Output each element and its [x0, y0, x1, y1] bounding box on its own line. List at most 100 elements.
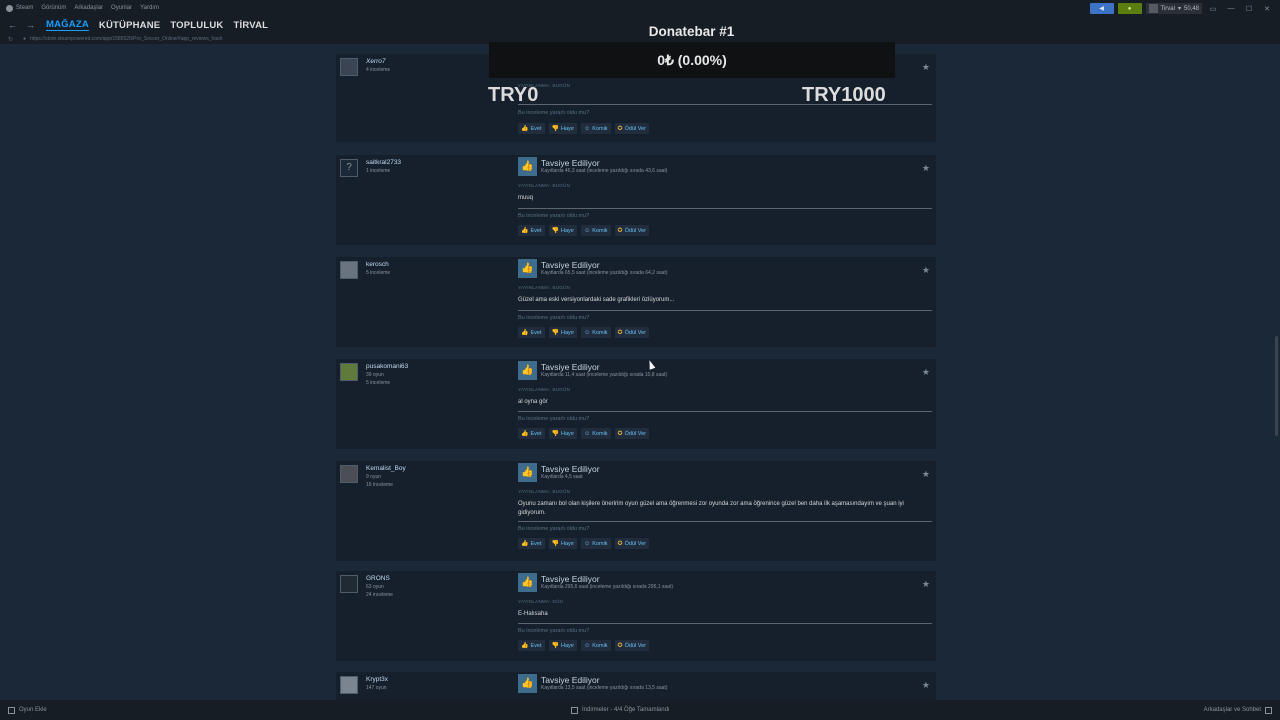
- friends-chat-button[interactable]: Arkadaşlar ve Sohbet: [1204, 706, 1272, 714]
- avatar[interactable]: [340, 58, 358, 76]
- award-button[interactable]: ✪ Ödül Ver: [614, 123, 649, 134]
- menu-games[interactable]: Oyunlar: [111, 5, 132, 11]
- award-button[interactable]: ✪ Ödül Ver: [614, 225, 649, 236]
- avatar[interactable]: [340, 261, 358, 279]
- wallet-balance: 50,48: [1183, 5, 1199, 12]
- review-verdict[interactable]: Tavsiye Ediliyor: [541, 158, 600, 168]
- vote-yes-button[interactable]: 👍 Evet: [518, 225, 545, 236]
- review-username[interactable]: Kemalist_Boy: [366, 465, 406, 472]
- games-count[interactable]: 147 oyun: [366, 685, 387, 691]
- avatar[interactable]: [340, 676, 358, 694]
- vote-yes-label: Evet: [530, 540, 542, 547]
- menu-view[interactable]: Görünüm: [41, 5, 66, 11]
- review-verdict[interactable]: Tavsiye Ediliyor: [541, 464, 600, 474]
- menu-help[interactable]: Yardım: [140, 5, 159, 11]
- star-icon[interactable]: ★: [922, 163, 930, 174]
- award-button[interactable]: ✪ Ödül Ver: [614, 538, 649, 549]
- vote-no-button[interactable]: 👎 Hayır: [548, 123, 578, 134]
- vote-no-label: Hayır: [560, 540, 575, 547]
- games-count[interactable]: 63 oyun: [366, 584, 384, 590]
- star-icon[interactable]: ★: [922, 367, 930, 378]
- avatar[interactable]: ?: [340, 159, 358, 177]
- menu-friends[interactable]: Arkadaşlar: [74, 5, 103, 11]
- thumbs-up-icon: 👍: [521, 643, 529, 649]
- vote-no-button[interactable]: 👎 Hayır: [548, 428, 578, 439]
- vote-funny-button[interactable]: ☺ Komik: [581, 640, 611, 651]
- vote-row: 👍 Evet 👎 Hayır ☺ Komik ✪ Ödül Ver: [518, 123, 649, 134]
- download-icon: [571, 706, 578, 714]
- scrollbar[interactable]: [1275, 336, 1278, 436]
- vote-funny-button[interactable]: ☺ Komik: [581, 538, 611, 549]
- star-icon[interactable]: ★: [922, 62, 930, 73]
- award-label: Ödül Ver: [624, 125, 646, 132]
- vote-no-label: Hayır: [560, 642, 575, 649]
- award-button[interactable]: ✪ Ödül Ver: [614, 640, 649, 651]
- review-username[interactable]: Krypt3x: [366, 676, 388, 683]
- award-label: Ödül Ver: [624, 540, 646, 547]
- close-icon[interactable]: ✕: [1260, 5, 1274, 13]
- vote-funny-button[interactable]: ☺ Komik: [581, 123, 611, 134]
- games-count[interactable]: 39 oyun: [366, 372, 384, 378]
- award-icon: ✪: [617, 431, 623, 437]
- vote-funny-button[interactable]: ☺ Komik: [581, 327, 611, 338]
- review-username[interactable]: kerosch: [366, 261, 389, 268]
- avatar[interactable]: [340, 363, 358, 381]
- games-count[interactable]: 9 oyun: [366, 474, 381, 480]
- vote-no-button[interactable]: 👎 Hayır: [548, 538, 578, 549]
- star-icon[interactable]: ★: [922, 469, 930, 480]
- vote-no-button[interactable]: 👎 Hayır: [548, 640, 578, 651]
- thumbs-up-icon: 👍: [518, 361, 537, 380]
- user-menu[interactable]: Tirval ▾ 50,48: [1145, 3, 1202, 14]
- smiley-icon: ☺: [584, 642, 591, 649]
- review-verdict[interactable]: Tavsiye Ediliyor: [541, 675, 600, 685]
- divider: [518, 521, 932, 522]
- helpful-question: Bu inceleme yararlı oldu mu?: [518, 526, 590, 532]
- vote-row: 👍 Evet 👎 Hayır ☺ Komik ✪ Ödül Ver: [518, 225, 649, 236]
- review-count[interactable]: 5 inceleme: [366, 380, 390, 386]
- vote-no-button[interactable]: 👎 Hayır: [548, 327, 578, 338]
- add-game-button[interactable]: Oyun Ekle: [8, 706, 47, 714]
- playtime: Kayıtlarda 11,4 saat (inceleme yazıldığı…: [541, 372, 668, 378]
- menu-steam[interactable]: Steam: [6, 4, 33, 12]
- review-verdict[interactable]: Tavsiye Ediliyor: [541, 362, 600, 372]
- thumbs-up-icon: 👍: [518, 157, 537, 176]
- maximize-icon[interactable]: ☐: [1242, 5, 1256, 13]
- star-icon[interactable]: ★: [922, 579, 930, 590]
- vote-no-button[interactable]: 👎 Hayır: [548, 225, 578, 236]
- posted-date: YAYINLANMA: BUGÜN: [518, 387, 571, 392]
- downloads-status[interactable]: İndirmeler - 4/4 Öğe Tamamlandı: [571, 706, 670, 714]
- star-icon[interactable]: ★: [922, 680, 930, 691]
- review-username[interactable]: Xerro7: [366, 58, 386, 65]
- vote-funny-button[interactable]: ☺ Komik: [581, 225, 611, 236]
- star-icon[interactable]: ★: [922, 265, 930, 276]
- review-count[interactable]: 4 inceleme: [366, 67, 390, 73]
- vote-yes-button[interactable]: 👍 Evet: [518, 327, 545, 338]
- minimize-icon[interactable]: —: [1224, 5, 1238, 12]
- review-verdict[interactable]: Tavsiye Ediliyor: [541, 574, 600, 584]
- vote-yes-label: Evet: [530, 642, 542, 649]
- playtime: Kayıtlarda 46,3 saat (inceleme yazıldığı…: [541, 168, 668, 174]
- review-verdict[interactable]: Tavsiye Ediliyor: [541, 260, 600, 270]
- divider: [518, 310, 932, 311]
- vote-yes-button[interactable]: 👍 Evet: [518, 538, 545, 549]
- review-username[interactable]: saitkral2733: [366, 159, 401, 166]
- award-button[interactable]: ✪ Ödül Ver: [614, 428, 649, 439]
- avatar[interactable]: [340, 465, 358, 483]
- vote-funny-button[interactable]: ☺ Komik: [581, 428, 611, 439]
- award-button[interactable]: ✪ Ödül Ver: [614, 327, 649, 338]
- avatar[interactable]: [340, 575, 358, 593]
- vote-yes-button[interactable]: 👍 Evet: [518, 428, 545, 439]
- announcements-button[interactable]: ◀: [1089, 3, 1114, 14]
- review-count[interactable]: 16 inceleme: [366, 482, 393, 488]
- review-username[interactable]: GRONS: [366, 575, 390, 582]
- notifications-button[interactable]: ●: [1117, 3, 1142, 14]
- review-count[interactable]: 5 inceleme: [366, 270, 390, 276]
- award-icon: ✪: [617, 541, 623, 547]
- big-picture-icon[interactable]: ▭: [1206, 5, 1220, 13]
- vote-yes-button[interactable]: 👍 Evet: [518, 640, 545, 651]
- review-username[interactable]: pusakomani63: [366, 363, 408, 370]
- review-count[interactable]: 24 inceleme: [366, 592, 393, 598]
- user-name: Tirval: [1160, 5, 1175, 12]
- review-count[interactable]: 1 inceleme: [366, 168, 390, 174]
- vote-yes-button[interactable]: 👍 Evet: [518, 123, 545, 134]
